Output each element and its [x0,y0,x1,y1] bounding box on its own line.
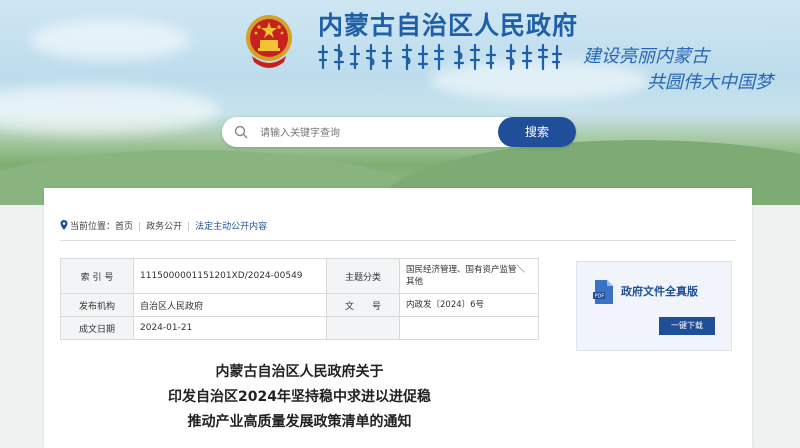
meta-value: 自治区人民政府 [133,293,327,317]
slogan-line-1: 建设亮丽内蒙古 [583,46,709,67]
meta-value: 国民经济管理、国有资产监管＼其他 [399,258,539,294]
location-pin-icon [60,220,68,230]
site-title: 内蒙古自治区人民政府 [318,11,579,40]
breadcrumb-separator: | [138,222,142,232]
breadcrumb-gov-affairs[interactable]: 政务公开 [146,222,182,232]
card-title: 政府文件全真版 [621,285,698,298]
national-emblem-icon [246,15,292,68]
mongolian-script-title [317,43,563,71]
search-bar: 搜索 [222,117,576,147]
slogan-line-2: 共圆伟大中国梦 [647,72,773,93]
meta-value: 内政发〔2024〕6号 [399,293,539,317]
document-metadata-table: 索 引 号 1115000001151201XD/2024-00549 主题分类… [60,258,539,340]
meta-value: 1115000001151201XD/2024-00549 [133,258,327,294]
breadcrumb-home[interactable]: 首页 [115,222,133,232]
meta-value: 2024-01-21 [133,316,327,340]
full-text-download-card: PDF 政府文件全真版 一键下载 [576,261,732,351]
document-title-line: 印发自治区2024年坚持稳中求进以进促稳 [168,389,431,405]
document-title-line: 内蒙古自治区人民政府关于 [215,364,384,380]
divider [60,240,736,241]
table-row: 成文日期 2024-01-21 [60,316,539,340]
breadcrumb-separator: | [187,222,191,232]
meta-key: 成文日期 [60,316,134,340]
meta-value [399,316,539,340]
pdf-file-icon: PDF [593,280,613,304]
meta-key: 文 号 [326,293,400,317]
search-icon [234,125,248,139]
svg-text:PDF: PDF [595,294,605,300]
meta-key: 发布机构 [60,293,134,317]
cloud-decoration [0,85,220,135]
document-title-line: 推动产业高质量发展政策清单的通知 [187,414,412,430]
meta-key: 索 引 号 [60,258,134,294]
download-button[interactable]: 一键下载 [659,317,715,335]
slogan: 建设亮丽内蒙古 共圆伟大中国梦 [583,44,783,96]
search-input[interactable] [258,121,498,145]
meta-key: 主题分类 [326,258,400,294]
meta-key [326,316,400,340]
content-panel: 当前位置：首页 | 政务公开 | 法定主动公开内容 索 引 号 111500000115… [44,188,752,448]
breadcrumb-current[interactable]: 法定主动公开内容 [195,222,267,232]
document-title: 内蒙古自治区人民政府关于 印发自治区2024年坚持稳中求进以进促稳 推动产业高质… [60,360,539,435]
header-banner: 内蒙古自治区人民政府 建设亮丽内蒙古 共圆伟大中国梦 请输入关键字查询 搜索 [0,0,800,205]
breadcrumb-prefix: 当前位置： [70,222,116,232]
cloud-decoration [30,20,190,60]
table-row: 发布机构 自治区人民政府 文 号 内政发〔2024〕6号 [60,293,539,317]
search-button[interactable]: 搜索 [498,117,576,147]
table-row: 索 引 号 1115000001151201XD/2024-00549 主题分类… [60,258,539,294]
breadcrumb: 当前位置：首页 | 政务公开 | 法定主动公开内容 [60,219,267,232]
